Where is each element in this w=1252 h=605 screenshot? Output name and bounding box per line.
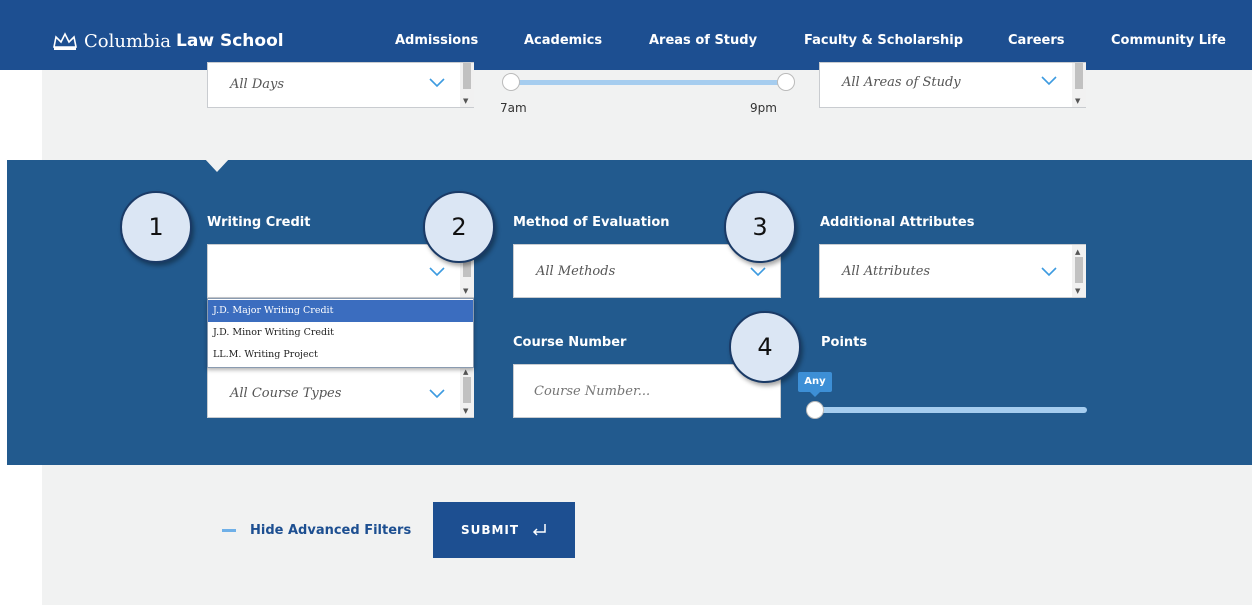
points-label: Points [821, 335, 868, 350]
points-slider-handle[interactable] [806, 401, 824, 419]
site-header: Columbia Law School Admissions Academics… [0, 0, 1252, 70]
course-type-scrollbar[interactable]: ▲ ▼ [460, 365, 474, 417]
time-slider-min-handle[interactable] [502, 73, 520, 91]
days-select[interactable]: All Days ▼ [207, 62, 474, 108]
chevron-down-icon [429, 267, 445, 277]
chevron-down-icon [429, 78, 445, 88]
submit-button[interactable]: SUBMIT [433, 502, 575, 558]
writing-credit-dropdown: J.D. Major Writing Credit J.D. Minor Wri… [207, 298, 474, 368]
nav-community-life[interactable]: Community Life [1111, 33, 1226, 48]
time-slider-max-handle[interactable] [777, 73, 795, 91]
time-max-label: 9pm [750, 101, 777, 115]
dropdown-option-llm-project[interactable]: LL.M. Writing Project [208, 344, 473, 366]
nav-careers[interactable]: Careers [1008, 33, 1065, 48]
chevron-down-icon [429, 389, 445, 399]
site-logo[interactable]: Columbia Law School [52, 26, 284, 56]
days-scrollbar[interactable]: ▼ [460, 63, 474, 107]
method-value: All Methods [536, 264, 616, 279]
chevron-down-icon [750, 267, 766, 277]
attributes-scrollbar[interactable]: ▲ ▼ [1072, 245, 1086, 297]
writing-credit-label: Writing Credit [207, 215, 311, 230]
annotation-marker-2: 2 [423, 191, 495, 263]
chevron-down-icon [1041, 267, 1057, 277]
annotation-marker-3: 3 [724, 191, 796, 263]
method-label: Method of Evaluation [513, 215, 670, 230]
hide-filters-label: Hide Advanced Filters [250, 523, 412, 538]
annotation-marker-1: 1 [120, 191, 192, 263]
hide-advanced-filters-link[interactable]: Hide Advanced Filters [222, 523, 411, 538]
dropdown-option-jd-major[interactable]: J.D. Major Writing Credit [208, 300, 473, 322]
areas-scrollbar[interactable]: ▼ [1072, 63, 1086, 107]
areas-value: All Areas of Study [842, 75, 961, 90]
attributes-select[interactable]: All Attributes ▲ ▼ [819, 244, 1086, 298]
time-slider-track[interactable] [510, 80, 786, 85]
crown-icon [53, 32, 77, 50]
enter-return-icon [533, 524, 546, 536]
nav-academics[interactable]: Academics [524, 33, 602, 48]
time-min-label: 7am [500, 101, 527, 115]
points-badge-pointer [810, 392, 820, 397]
panel-notch [204, 158, 230, 172]
course-number-label: Course Number [513, 335, 627, 350]
minus-icon [222, 529, 236, 532]
course-type-select[interactable]: All Course Types ▲ ▼ [207, 364, 474, 418]
logo-bold: Law School [176, 31, 284, 51]
course-type-value: All Course Types [230, 386, 342, 401]
chevron-down-icon [1041, 76, 1057, 86]
days-value: All Days [230, 77, 285, 92]
logo-name: Columbia [84, 30, 172, 52]
attributes-label: Additional Attributes [820, 215, 975, 230]
submit-label: SUBMIT [460, 523, 520, 537]
nav-faculty-scholarship[interactable]: Faculty & Scholarship [804, 33, 963, 48]
points-slider-track[interactable] [814, 407, 1087, 413]
attributes-value: All Attributes [842, 264, 931, 279]
annotation-marker-4: 4 [729, 311, 801, 383]
areas-of-study-select[interactable]: All Areas of Study ▼ [819, 62, 1086, 108]
dropdown-option-jd-minor[interactable]: J.D. Minor Writing Credit [208, 322, 473, 344]
nav-admissions[interactable]: Admissions [395, 33, 478, 48]
advanced-filters-panel [7, 160, 1252, 465]
nav-areas-of-study[interactable]: Areas of Study [649, 33, 757, 48]
points-value-badge: Any [798, 372, 832, 392]
